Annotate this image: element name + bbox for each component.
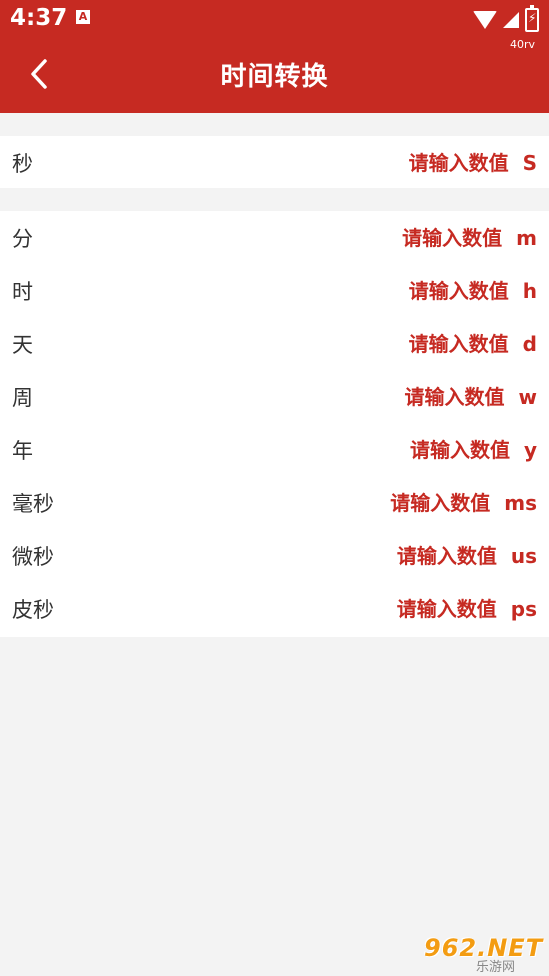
primary-unit-card: 秒 S xyxy=(0,136,549,188)
unit-symbol: m xyxy=(516,225,537,250)
unit-row-milliseconds: 毫秒 ms xyxy=(0,476,549,529)
signal-icon xyxy=(503,12,519,28)
unit-label: 周 xyxy=(12,385,33,410)
unit-symbol: ps xyxy=(510,596,537,621)
status-time: 4:37 xyxy=(10,5,68,31)
unit-symbol: w xyxy=(518,384,537,409)
unit-label: 年 xyxy=(12,438,33,463)
milliseconds-input[interactable] xyxy=(340,490,491,515)
picoseconds-input[interactable] xyxy=(346,596,497,621)
days-input[interactable] xyxy=(358,331,509,356)
unit-row-seconds: 秒 S xyxy=(0,136,549,189)
unit-label: 皮秒 xyxy=(12,597,54,622)
battery-icon: ⚡ xyxy=(525,5,539,32)
secondary-units-card: 分 m 时 h 天 d 周 w 年 y 毫秒 xyxy=(0,211,549,637)
unit-label: 时 xyxy=(12,279,33,304)
unit-symbol: d xyxy=(522,331,537,356)
unit-symbol: ms xyxy=(504,490,537,515)
wifi-icon xyxy=(473,11,497,29)
status-icons: ⚡ xyxy=(473,5,539,32)
weeks-input[interactable] xyxy=(354,384,505,409)
unit-row-hours: 时 h xyxy=(0,264,549,317)
unit-label: 微秒 xyxy=(12,544,54,569)
unit-label: 分 xyxy=(12,226,33,251)
unit-row-years: 年 y xyxy=(0,423,549,476)
unit-row-picoseconds: 皮秒 ps xyxy=(0,582,549,635)
unit-symbol: h xyxy=(522,278,537,303)
unit-label: 毫秒 xyxy=(12,491,54,516)
notification-a-icon: A xyxy=(76,10,90,24)
app-header: 4:37 A ⚡ 40rv 时间转换 xyxy=(0,0,549,113)
unit-symbol: us xyxy=(510,543,537,568)
seconds-input[interactable] xyxy=(358,150,509,175)
page-title: 时间转换 xyxy=(220,62,329,92)
unit-row-weeks: 周 w xyxy=(0,370,549,423)
watermark-subtitle: 乐游网 xyxy=(476,960,516,975)
hours-input[interactable] xyxy=(358,278,509,303)
unit-label: 秒 xyxy=(12,151,33,176)
unit-row-days: 天 d xyxy=(0,317,549,370)
minutes-input[interactable] xyxy=(352,225,503,250)
site-watermark: 962.NET 乐游网 xyxy=(406,934,542,975)
unit-symbol: y xyxy=(523,437,537,462)
unit-row-minutes: 分 m xyxy=(0,211,549,264)
unit-symbol: S xyxy=(522,150,537,175)
unit-label: 天 xyxy=(12,332,33,357)
microseconds-input[interactable] xyxy=(346,543,497,568)
unit-row-microseconds: 微秒 us xyxy=(0,529,549,582)
network-speed-badge: 40rv xyxy=(509,38,535,51)
years-input[interactable] xyxy=(359,437,510,462)
